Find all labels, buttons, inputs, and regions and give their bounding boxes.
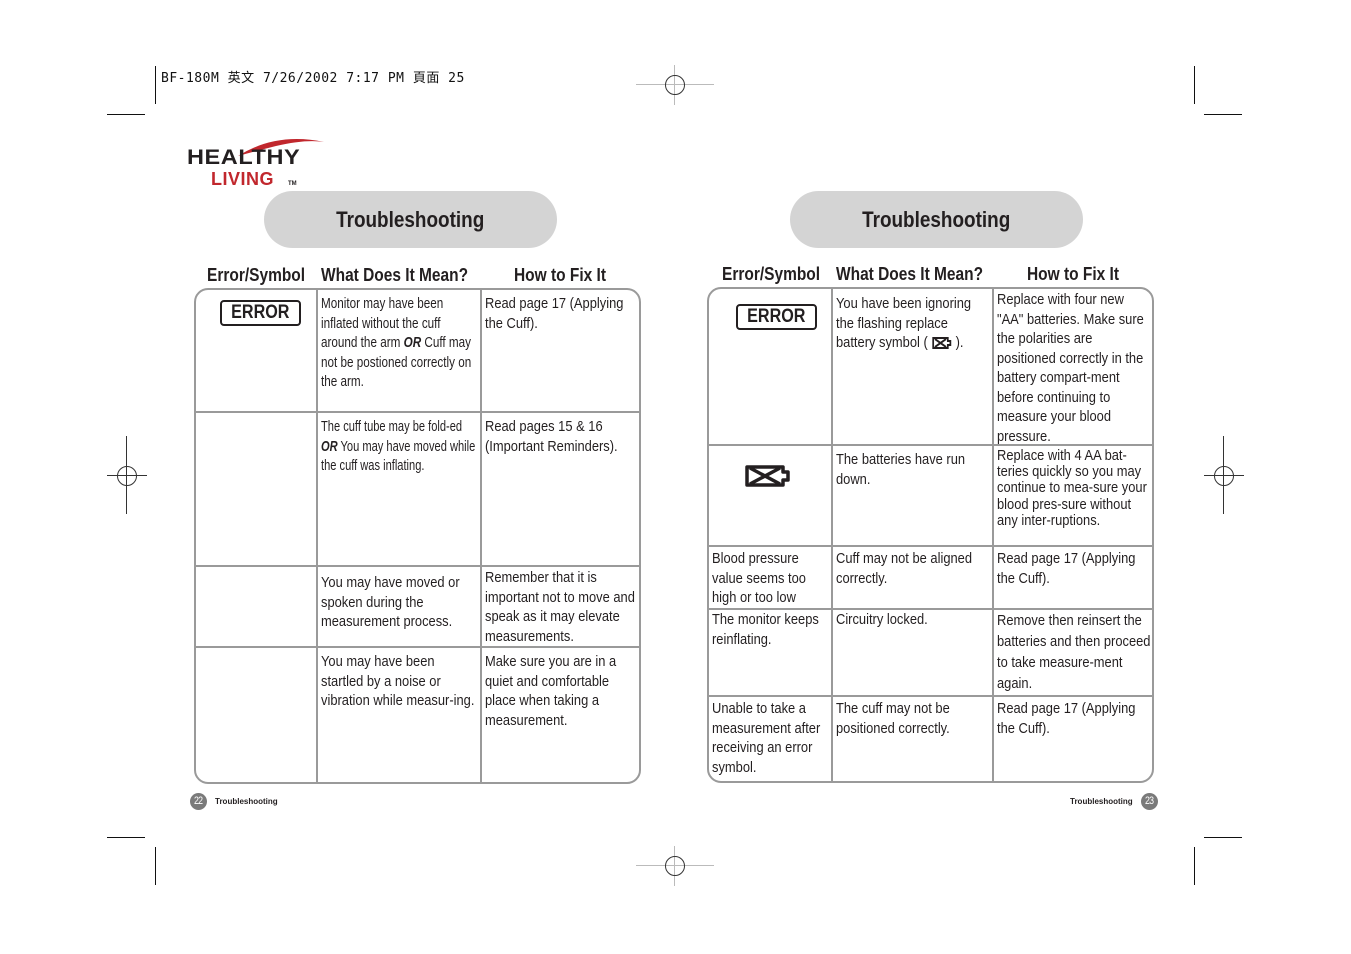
- column-header-fix: How to Fix It: [514, 265, 607, 285]
- crop-mark: [1194, 66, 1195, 104]
- registration-mark-left: [107, 436, 147, 514]
- cell-symbol: ERROR: [709, 289, 833, 446]
- logo-living-text: LIVING: [211, 169, 275, 189]
- cell-fix: Read pages 15 & 16 (Important Reminders)…: [480, 413, 639, 567]
- cell-meaning: Cuff may not be aligned correctly.: [831, 547, 993, 610]
- error-symbol-badge: ERROR: [736, 304, 817, 330]
- cell-meaning: Circuitry locked.: [831, 610, 993, 697]
- footer-section-label: Troubleshooting: [1070, 797, 1133, 806]
- column-header-error-symbol: Error/Symbol: [722, 264, 821, 284]
- cell-symbol: [196, 648, 316, 782]
- crop-mark: [107, 114, 145, 115]
- cell-fix: Read page 17 (Applying the Cuff).: [992, 697, 1152, 781]
- footer-section-label: Troubleshooting: [215, 797, 278, 806]
- logo-healthy-text: HEALTHY: [187, 146, 301, 169]
- table-row: The batteries have run down. Replace wit…: [709, 444, 1152, 547]
- column-header-meaning: What Does It Mean?: [321, 265, 469, 285]
- cell-fix: Replace with four new "AA" batteries. Ma…: [992, 289, 1152, 446]
- battery-empty-icon: [745, 465, 790, 487]
- section-title: Troubleshooting: [336, 206, 485, 232]
- cell-fix: Remove then reinsert the batteries and t…: [992, 610, 1152, 697]
- table-row: You may have moved or spoken during the …: [196, 565, 639, 648]
- logo-trademark: TM: [288, 181, 297, 187]
- crop-mark: [1194, 847, 1195, 885]
- column-header-fix: How to Fix It: [1027, 264, 1120, 284]
- cell-fix: Read page 17 (Applying the Cuff).: [992, 547, 1152, 610]
- section-title-pill: Troubleshooting: [264, 191, 557, 248]
- cell-meaning: You have been ignoring the flashing repl…: [831, 289, 993, 446]
- column-header-meaning: What Does It Mean?: [836, 264, 984, 284]
- column-header-error-symbol: Error/Symbol: [207, 265, 306, 285]
- cell-meaning: The cuff tube may be fold-ed OR You may …: [316, 413, 481, 567]
- table-row: Blood pressure value seems too high or t…: [709, 545, 1152, 610]
- cell-fix: Replace with 4 AA bat-teries quickly so …: [992, 446, 1152, 547]
- cell-meaning: Monitor may have been inflated without t…: [316, 290, 481, 413]
- registration-mark-bottom: [636, 846, 714, 886]
- table-row: The monitor keeps reinflating. Circuitry…: [709, 608, 1152, 697]
- cell-fix: Make sure you are in a quiet and comfort…: [480, 648, 639, 782]
- cell-symbol: [196, 413, 316, 567]
- section-title-pill: Troubleshooting: [790, 191, 1083, 248]
- print-slug: BF-180M 英文 7/26/2002 7:17 PM 頁面 25: [161, 71, 465, 86]
- cell-symbol: Unable to take a measurement after recei…: [712, 700, 821, 776]
- crop-mark: [155, 66, 156, 104]
- cell-meaning: The batteries have run down.: [831, 446, 993, 547]
- troubleshooting-table: ERROR Monitor may have been inflated wit…: [194, 288, 641, 784]
- cell-meaning: The cuff may not be positioned correctly…: [831, 697, 993, 781]
- healthy-living-logo: HEALTHY LIVING TM: [186, 134, 326, 190]
- troubleshooting-table: ERROR You have been ignoring the flashin…: [707, 287, 1154, 783]
- registration-mark-right: [1204, 436, 1244, 514]
- cell-symbol: [196, 567, 316, 648]
- table-row: ERROR Monitor may have been inflated wit…: [196, 290, 639, 413]
- battery-empty-icon: [932, 337, 952, 349]
- crop-mark: [107, 837, 145, 838]
- registration-mark-top: [636, 65, 714, 105]
- table-row: The cuff tube may be fold-ed OR You may …: [196, 411, 639, 567]
- cell-symbol: Blood pressure value seems too high or t…: [712, 550, 806, 606]
- cell-symbol: ERROR: [196, 290, 316, 413]
- cell-symbol: [709, 446, 833, 547]
- crop-mark: [155, 847, 156, 885]
- cell-fix: Read page 17 (Applying the Cuff).: [480, 290, 639, 413]
- section-title: Troubleshooting: [862, 206, 1011, 232]
- crop-mark: [1204, 837, 1242, 838]
- table-row: Unable to take a measurement after recei…: [709, 695, 1152, 781]
- table-row: ERROR You have been ignoring the flashin…: [709, 289, 1152, 446]
- cell-meaning: You may have moved or spoken during the …: [316, 567, 481, 648]
- page-number-badge: 23: [1141, 793, 1158, 810]
- cell-fix: Remember that it is important not to mov…: [480, 567, 639, 648]
- cell-symbol: The monitor keeps reinflating.: [712, 611, 819, 648]
- table-row: You may have been startled by a noise or…: [196, 646, 639, 782]
- cell-meaning: You may have been startled by a noise or…: [316, 648, 481, 782]
- crop-mark: [1204, 114, 1242, 115]
- error-symbol-badge: ERROR: [220, 300, 301, 326]
- page-number-badge: 22: [190, 793, 207, 810]
